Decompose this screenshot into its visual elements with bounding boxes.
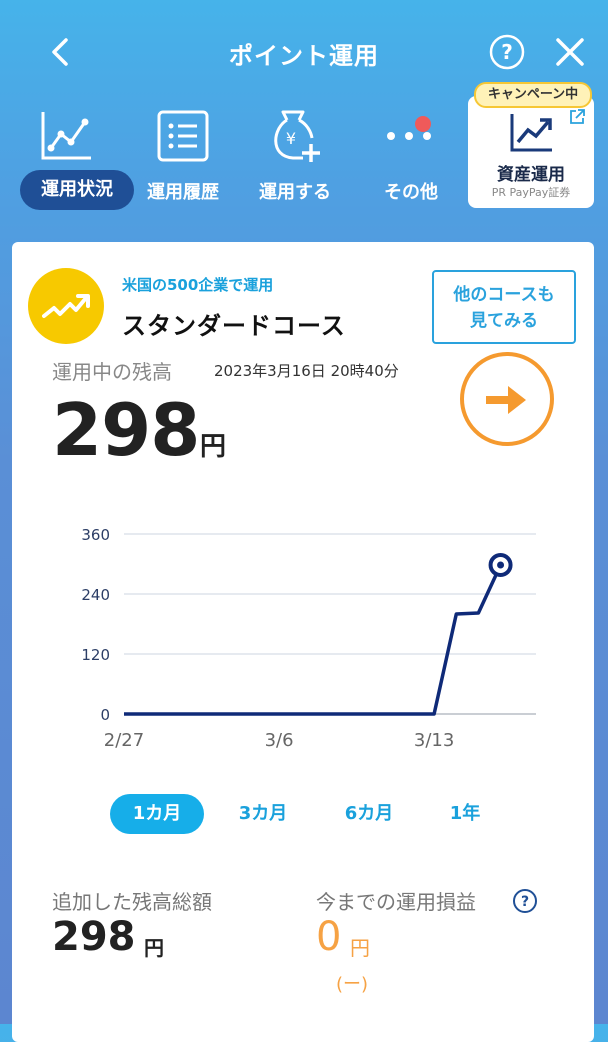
profit-loss-unit: 円 <box>350 936 370 960</box>
period-6months-label: 6カ月 <box>344 803 394 824</box>
tab-status[interactable]: 運用状況 <box>8 100 134 212</box>
tab-status-label: 運用状況 <box>20 170 134 210</box>
campaign-label: 資産運用 <box>497 165 565 185</box>
chart-x-tick-label: 3/6 <box>265 730 294 751</box>
campaign-sublabel: PR PayPay証券 <box>491 186 571 199</box>
chart-x-tick-label: 2/27 <box>104 730 144 751</box>
chart-y-tick-label: 240 <box>81 586 110 604</box>
question-circle-icon[interactable]: ? <box>489 34 525 70</box>
profit-loss-amount: 0 <box>316 914 342 960</box>
external-link-icon <box>568 108 586 126</box>
period-1year[interactable]: 1年 <box>418 794 512 834</box>
arrow-right-button[interactable] <box>460 352 554 446</box>
main-card: 米国の500企業で運用 スタンダードコース 他のコースも 見てみる 運用中の残高… <box>12 242 594 1042</box>
line-chart-icon <box>37 106 97 166</box>
chart-last-point-dot <box>497 561 505 569</box>
chart-x-tick-label: 3/13 <box>414 730 454 751</box>
chart-y-tick-label: 360 <box>81 526 110 544</box>
period-3months[interactable]: 3カ月 <box>216 794 310 834</box>
balance-unit: 円 <box>200 432 227 462</box>
rising-chart-icon <box>508 110 554 154</box>
tab-history[interactable]: 運用履歴 <box>124 100 242 212</box>
other-courses-line2: 見てみる <box>470 311 538 331</box>
period-6months[interactable]: 6カ月 <box>322 794 416 834</box>
added-balance-amount: 298 <box>52 914 136 960</box>
close-icon[interactable] <box>554 36 586 68</box>
yen-bag-plus-icon: ¥ <box>265 106 325 166</box>
balance-date: 2023年3月16日 20時40分 <box>214 362 399 380</box>
tab-history-label: 運用履歴 <box>147 182 219 203</box>
other-courses-button[interactable]: 他のコースも 見てみる <box>432 270 576 344</box>
trend-up-icon <box>28 268 104 344</box>
period-1month-label: 1カ月 <box>132 803 182 824</box>
tab-other-label: その他 <box>384 182 438 203</box>
other-courses-line1: 他のコースも <box>453 285 555 305</box>
campaign-badge: キャンペーン中 <box>474 82 592 108</box>
arrow-right-icon <box>486 386 526 414</box>
chart-y-tick-label: 0 <box>100 706 110 724</box>
balance-label: 運用中の残高 <box>52 360 172 384</box>
tab-invest[interactable]: ¥ 運用する <box>236 100 354 212</box>
question-circle-icon[interactable]: ? <box>512 888 538 914</box>
more-dots-icon <box>381 106 441 166</box>
chart-series-line <box>124 564 503 716</box>
campaign-asset-card[interactable]: 資産運用 PR PayPay証券 <box>468 96 594 208</box>
period-1month[interactable]: 1カ月 <box>110 794 204 834</box>
profit-loss-change: (ー) <box>336 974 369 995</box>
chart-svg: 360 240 120 0 2/27 3/6 3/13 <box>81 526 536 751</box>
balance-chart: 360 240 120 0 2/27 3/6 3/13 <box>52 510 552 760</box>
profit-loss-label: 今までの運用損益 <box>316 890 476 914</box>
tab-invest-label: 運用する <box>259 182 331 203</box>
balance-amount: 298 <box>52 388 200 472</box>
svg-text:¥: ¥ <box>286 129 296 148</box>
chart-y-tick-label: 120 <box>81 646 110 664</box>
added-balance-label: 追加した残高総額 <box>52 890 212 914</box>
period-3months-label: 3カ月 <box>238 803 288 824</box>
period-1year-label: 1年 <box>449 803 481 824</box>
tab-other[interactable]: その他 <box>352 100 470 212</box>
course-name: スタンダードコース <box>122 312 346 340</box>
added-balance-unit: 円 <box>144 936 164 960</box>
svg-text:?: ? <box>501 40 513 64</box>
course-subtitle: 米国の500企業で運用 <box>122 276 274 294</box>
svg-text:?: ? <box>521 894 529 910</box>
list-icon <box>153 106 213 166</box>
